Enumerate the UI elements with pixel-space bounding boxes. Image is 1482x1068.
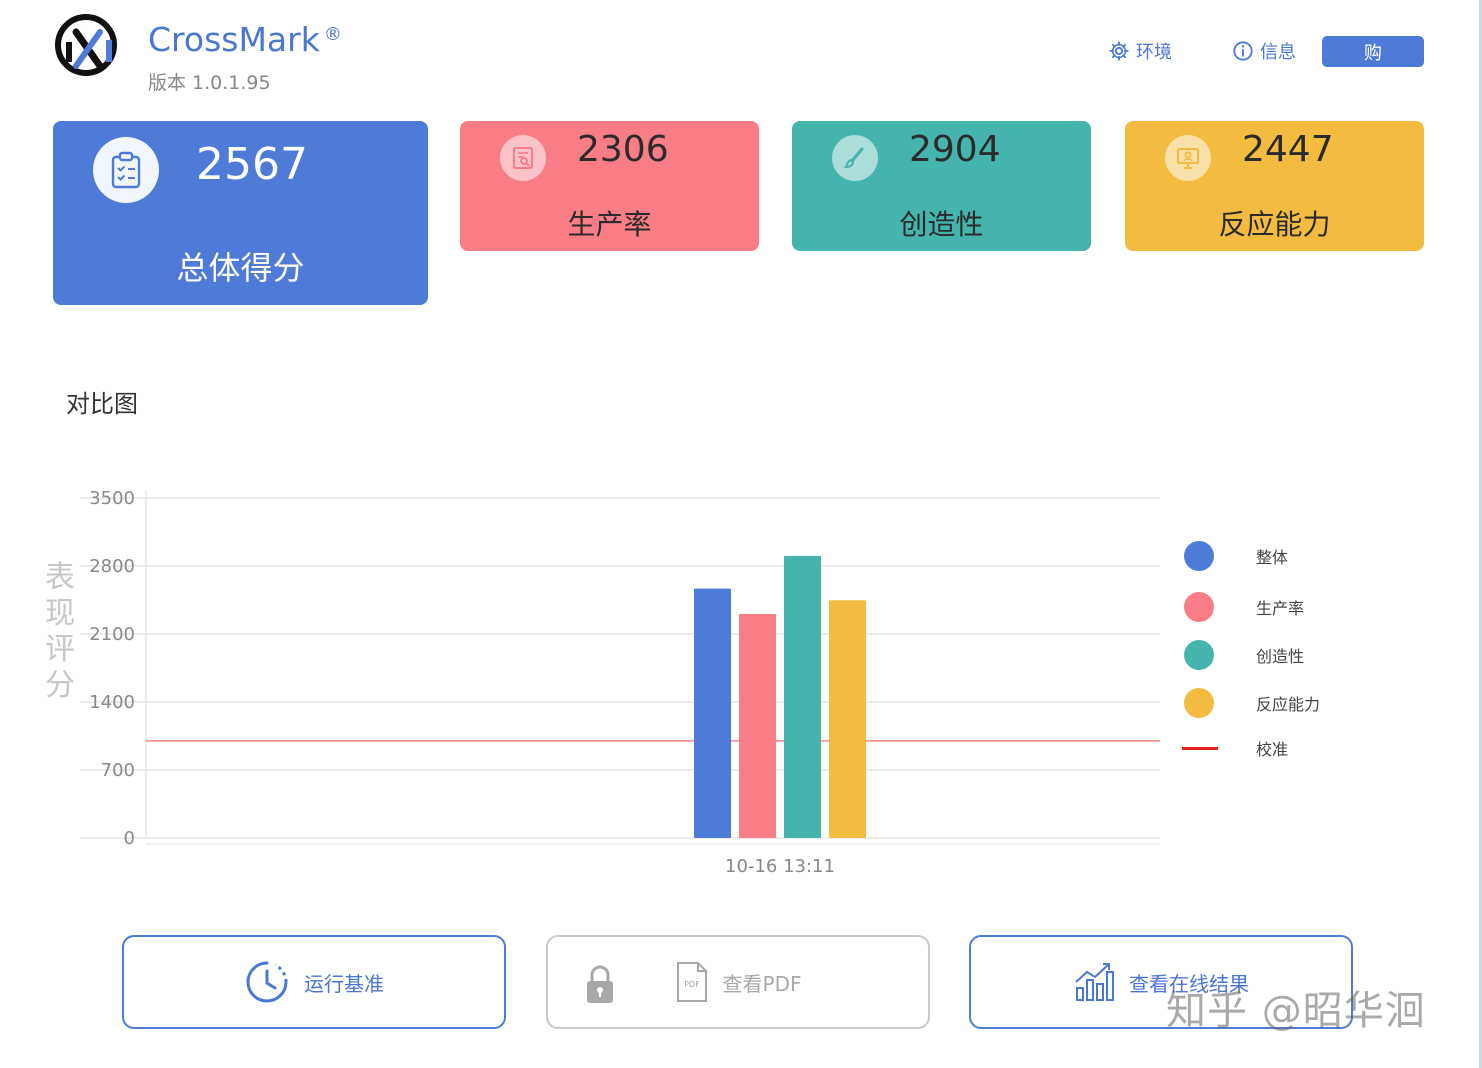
total-score-card: 2567 总体得分 bbox=[53, 121, 428, 305]
view-pdf-button[interactable]: PDF 查看PDF bbox=[546, 935, 930, 1029]
bar-2 bbox=[739, 613, 776, 838]
y-tick-label: 0 bbox=[124, 828, 135, 849]
legend-label: 反应能力 bbox=[1256, 695, 1321, 714]
app-version: 版本 1.0.1.95 bbox=[148, 72, 271, 94]
legend-item-creativity: 创造性 bbox=[1184, 639, 1364, 671]
x-category-label: 10-16 13:11 bbox=[725, 856, 835, 877]
total-score: 2567 bbox=[196, 139, 308, 190]
run-benchmark-label: 运行基准 bbox=[304, 971, 384, 996]
pdf-file-icon: PDF bbox=[676, 962, 707, 1002]
legend-item-responsiveness: 反应能力 bbox=[1184, 687, 1364, 719]
legend-swatch bbox=[1184, 541, 1214, 571]
settings-label: 环境 bbox=[1136, 42, 1172, 63]
responsiveness-label: 反应能力 bbox=[1218, 208, 1331, 241]
y-tick-label: 1400 bbox=[89, 692, 135, 713]
productivity-card: 2306 生产率 bbox=[460, 121, 759, 251]
responsiveness-score: 2447 bbox=[1242, 129, 1334, 170]
clock-icon bbox=[246, 961, 288, 1003]
comparison-chart: 0 700 1400 2100 2800 3500 10-16 13:11 bbox=[80, 488, 1160, 877]
info-label: 信息 bbox=[1260, 42, 1296, 63]
bar-3 bbox=[784, 555, 821, 838]
document-search-icon bbox=[500, 135, 546, 181]
productivity-score: 2306 bbox=[577, 129, 669, 170]
bar-1 bbox=[694, 588, 731, 838]
svg-text:PDF: PDF bbox=[684, 980, 700, 989]
info-icon bbox=[1233, 41, 1253, 61]
legend-label: 创造性 bbox=[1256, 647, 1305, 666]
presentation-icon bbox=[1165, 135, 1211, 181]
legend-item-productivity: 生产率 bbox=[1184, 591, 1364, 623]
watermark: 知乎 @昭华洄 bbox=[1166, 988, 1426, 1034]
legend-label: 校准 bbox=[1256, 740, 1289, 759]
legend-item-calibration: 校准 bbox=[1182, 732, 1364, 764]
creativity-label: 创造性 bbox=[899, 208, 984, 241]
chart-section-title: 对比图 bbox=[66, 390, 138, 418]
legend-swatch bbox=[1184, 688, 1214, 718]
settings-link[interactable]: 环境 bbox=[1108, 38, 1172, 64]
bar-chart-icon bbox=[1075, 963, 1114, 1001]
view-pdf-label: 查看PDF bbox=[722, 971, 802, 996]
legend-item-overall: 整体 bbox=[1184, 540, 1364, 572]
legend-swatch bbox=[1184, 640, 1214, 670]
chart-y-axis-label: 表现评分 bbox=[45, 560, 75, 703]
creativity-score: 2904 bbox=[909, 129, 1001, 170]
y-tick-label: 700 bbox=[101, 760, 135, 781]
clipboard-icon bbox=[93, 137, 159, 203]
gear-icon bbox=[1109, 41, 1129, 61]
legend-swatch bbox=[1184, 592, 1214, 622]
y-tick-label: 3500 bbox=[89, 488, 135, 509]
legend-label: 整体 bbox=[1256, 548, 1289, 567]
app-name: CrossMark ® bbox=[148, 20, 342, 59]
responsiveness-card: 2447 反应能力 bbox=[1125, 121, 1424, 251]
brush-icon bbox=[832, 135, 878, 181]
total-score-label: 总体得分 bbox=[176, 249, 305, 287]
legend-swatch bbox=[1182, 746, 1218, 750]
info-link[interactable]: 信息 bbox=[1232, 38, 1296, 64]
run-benchmark-button[interactable]: 运行基准 bbox=[122, 935, 506, 1029]
buy-button[interactable]: 购 bbox=[1322, 36, 1424, 67]
productivity-label: 生产率 bbox=[567, 208, 652, 241]
y-tick-label: 2800 bbox=[89, 556, 135, 577]
crossmark-logo bbox=[55, 14, 117, 76]
y-tick-label: 2100 bbox=[89, 624, 135, 645]
bar-4 bbox=[829, 600, 866, 838]
creativity-card: 2904 创造性 bbox=[792, 121, 1091, 251]
legend-label: 生产率 bbox=[1256, 599, 1305, 618]
lock-icon bbox=[587, 965, 613, 1003]
